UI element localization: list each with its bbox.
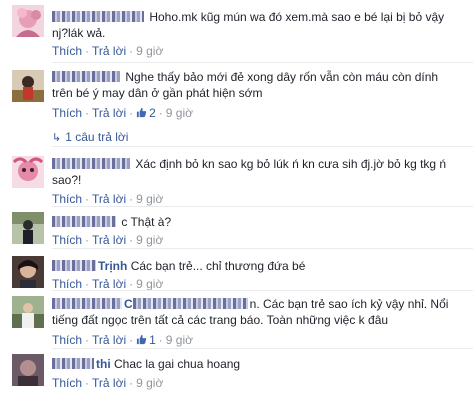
commenter-name[interactable] — [52, 157, 132, 171]
timestamp[interactable]: 9 giờ — [136, 376, 163, 390]
like-link[interactable]: Thích — [52, 277, 82, 291]
blurred-name — [52, 158, 130, 169]
comment-meta: Thích · Trả lời · 1 · 9 giờ — [52, 333, 194, 347]
comment-body: thi Chac la gai chua hoang — [52, 356, 455, 372]
avatar[interactable] — [12, 5, 44, 37]
avatar[interactable] — [12, 156, 44, 188]
avatar[interactable] — [12, 296, 44, 328]
comment-body: Cn. Các bạn trẻ sao ích kỷ vậy nhỉ. Nổi … — [52, 296, 455, 328]
commenter-name[interactable]: thi — [52, 357, 111, 371]
reply-link[interactable]: Trả lời — [92, 376, 126, 390]
comment-text: c Thật à? — [121, 215, 172, 229]
blurred-name — [52, 216, 116, 227]
like-count[interactable]: 1 — [136, 333, 156, 347]
commenter-name[interactable] — [52, 70, 122, 84]
timestamp[interactable]: 9 giờ — [136, 233, 163, 247]
avatar[interactable] — [12, 212, 44, 244]
like-count[interactable]: 2 — [136, 106, 156, 120]
reply-link[interactable]: Trả lời — [92, 277, 126, 291]
divider — [52, 146, 473, 147]
like-link[interactable]: Thích — [52, 376, 82, 390]
reply-link[interactable]: Trả lời — [92, 44, 126, 58]
blurred-name — [52, 358, 94, 369]
comment-item: Nghe thấy bảo mới đẻ xong dây rốn vẫn cò… — [0, 64, 473, 144]
blurred-name — [52, 71, 120, 82]
timestamp[interactable]: 9 giờ — [166, 333, 193, 347]
comment-text: Chac la gai chua hoang — [114, 357, 241, 371]
avatar[interactable] — [12, 354, 44, 386]
timestamp[interactable]: 9 giờ — [166, 106, 193, 120]
comment-item: Hoho.mk kũg mún wa đó xem.mà sao e bé lạ… — [0, 0, 473, 64]
like-link[interactable]: Thích — [52, 233, 82, 247]
reply-arrow-icon: ↳ — [52, 132, 62, 144]
comment-body: Nghe thấy bảo mới đẻ xong dây rốn vẫn cò… — [52, 69, 455, 101]
divider — [52, 62, 473, 63]
timestamp[interactable]: 9 giờ — [136, 44, 163, 58]
reply-link[interactable]: Trả lời — [92, 106, 126, 120]
comment-meta: Thích · Trả lời · 9 giờ — [52, 233, 164, 247]
thumbs-up-icon — [137, 334, 147, 345]
blurred-name — [52, 298, 122, 309]
comment-item: Xác định bỏ kn sao kg bỏ lúk ń kn cưa si… — [0, 148, 473, 206]
comment-item: Trịnh Các bạn trẻ... chỉ thương đứa bé T… — [0, 250, 473, 292]
avatar[interactable] — [12, 256, 44, 288]
commenter-name[interactable] — [52, 215, 118, 229]
view-replies-link[interactable]: ↳ 1 câu trả lời — [52, 130, 128, 145]
timestamp[interactable]: 9 giờ — [136, 277, 163, 291]
comment-meta: Thích · Trả lời · 9 giờ — [52, 192, 164, 206]
thumbs-up-icon — [137, 107, 147, 118]
divider — [52, 206, 473, 207]
commenter-name[interactable]: Trịnh — [52, 259, 127, 273]
comment-item: Cn. Các bạn trẻ sao ích kỷ vậy nhỉ. Nổi … — [0, 292, 473, 350]
commenter-name[interactable]: C — [52, 297, 250, 311]
comment-body: Xác định bỏ kn sao kg bỏ lúk ń kn cưa si… — [52, 156, 455, 188]
divider — [52, 248, 473, 249]
reply-link[interactable]: Trả lời — [92, 333, 126, 347]
comment-meta: Thích · Trả lời · 2 · 9 giờ — [52, 106, 194, 120]
comment-body: Trịnh Các bạn trẻ... chỉ thương đứa bé — [52, 258, 455, 274]
commenter-name[interactable] — [52, 10, 146, 24]
comment-item: c Thật à? Thích · Trả lời · 9 giờ — [0, 208, 473, 250]
blurred-name — [52, 260, 96, 271]
comment-meta: Thích · Trả lời · 9 giờ — [52, 376, 164, 390]
blurred-name — [52, 11, 144, 22]
like-link[interactable]: Thích — [52, 44, 82, 58]
divider — [52, 290, 473, 291]
comment-item: thi Chac la gai chua hoang Thích · Trả lời… — [0, 350, 473, 401]
timestamp[interactable]: 9 giờ — [136, 192, 163, 206]
reply-link[interactable]: Trả lời — [92, 192, 126, 206]
divider — [52, 348, 473, 349]
avatar[interactable] — [12, 70, 44, 102]
blurred-name — [132, 298, 248, 309]
comment-body: c Thật à? — [52, 214, 455, 230]
comment-meta: Thích · Trả lời · 9 giờ — [52, 44, 164, 58]
comment-text: Các bạn trẻ... chỉ thương đứa bé — [130, 259, 306, 273]
like-link[interactable]: Thích — [52, 106, 82, 120]
like-link[interactable]: Thích — [52, 333, 82, 347]
comment-meta: Thích · Trả lời · 9 giờ — [52, 277, 164, 291]
like-link[interactable]: Thích — [52, 192, 82, 206]
reply-link[interactable]: Trả lời — [92, 233, 126, 247]
comment-body: Hoho.mk kũg mún wa đó xem.mà sao e bé lạ… — [52, 9, 455, 41]
